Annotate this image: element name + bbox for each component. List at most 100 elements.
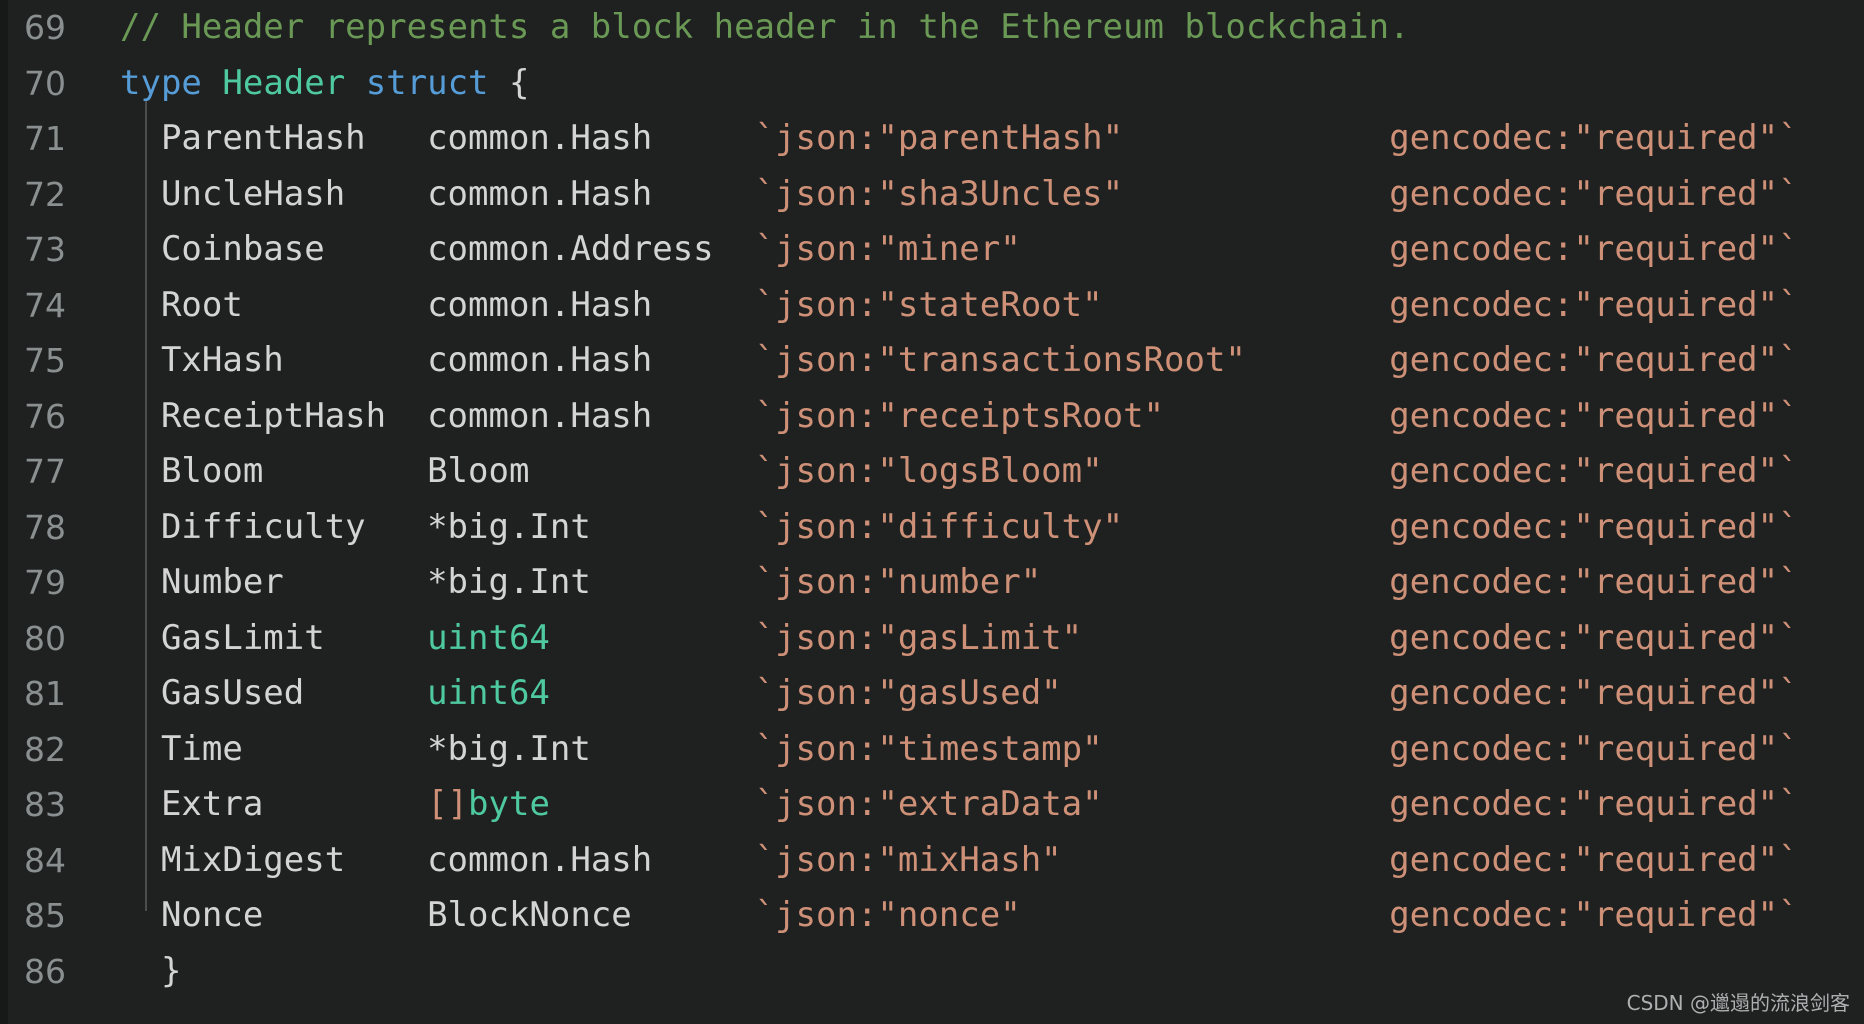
field-name: ReceiptHash bbox=[160, 395, 387, 436]
code-editor-area[interactable]: 69 // Header represents a block header in… bbox=[8, 0, 1864, 1024]
code-line-content[interactable]: TxHash common.Hash `json:"transactionsRo… bbox=[120, 333, 1799, 389]
code-line-content[interactable]: Coinbase common.Address `json:"miner" ge… bbox=[120, 222, 1799, 278]
code-line-content[interactable]: Extra []byte `json:"extraData" gencodec:… bbox=[120, 777, 1799, 833]
code-line-content[interactable]: ParentHash common.Hash `json:"parentHash… bbox=[120, 111, 1799, 167]
code-line[interactable]: 77 Bloom Bloom `json:"logsBloom" gencode… bbox=[8, 444, 1864, 500]
line-number[interactable]: 77 bbox=[8, 444, 100, 500]
json-struct-tag: `json:"stateRoot" bbox=[754, 284, 1103, 325]
gencodec-struct-tag: gencodec:"required"` bbox=[1389, 784, 1799, 824]
line-number[interactable]: 75 bbox=[8, 333, 100, 389]
code-line-content[interactable]: MixDigest common.Hash `json:"mixHash" ge… bbox=[120, 833, 1799, 889]
json-struct-tag: `json:"transactionsRoot" bbox=[754, 340, 1246, 380]
code-line-content[interactable]: Nonce BlockNonce `json:"nonce" gencodec:… bbox=[120, 888, 1799, 944]
code-line[interactable]: 85 Nonce BlockNonce `json:"nonce" gencod… bbox=[8, 888, 1864, 944]
json-struct-tag: `json:"nonce" bbox=[754, 895, 1021, 935]
code-line-content[interactable]: Number *big.Int `json:"number" gencodec:… bbox=[120, 555, 1799, 611]
field-name: Difficulty bbox=[160, 506, 366, 547]
code-line-content[interactable]: Difficulty *big.Int `json:"difficulty" g… bbox=[120, 500, 1799, 556]
line-number[interactable]: 78 bbox=[8, 500, 100, 556]
line-number[interactable]: 85 bbox=[8, 888, 100, 944]
code-line[interactable]: 72 UncleHash common.Hash `json:"sha3Uncl… bbox=[8, 167, 1864, 223]
code-line[interactable]: 78 Difficulty *big.Int `json:"difficulty… bbox=[8, 500, 1864, 556]
code-line[interactable]: 80 GasLimit uint64 `json:"gasLimit" genc… bbox=[8, 611, 1864, 667]
line-number[interactable]: 82 bbox=[8, 722, 100, 778]
field-type: common.Hash bbox=[427, 340, 653, 380]
code-line-content[interactable]: Bloom Bloom `json:"logsBloom" gencodec:"… bbox=[120, 444, 1799, 500]
line-number[interactable]: 80 bbox=[8, 611, 100, 667]
code-line-content[interactable]: GasUsed uint64 `json:"gasUsed" gencodec:… bbox=[120, 666, 1799, 722]
code-line[interactable]: 86 } bbox=[8, 944, 1864, 1000]
line-number[interactable]: 70 bbox=[8, 56, 100, 112]
code-lines[interactable]: 69 // Header represents a block header in… bbox=[8, 0, 1864, 999]
line-number[interactable]: 84 bbox=[8, 833, 100, 889]
line-number[interactable]: 74 bbox=[8, 278, 100, 334]
line-number[interactable]: 69 bbox=[8, 0, 100, 56]
field-name: Extra bbox=[160, 784, 264, 824]
code-line-content[interactable]: GasLimit uint64 `json:"gasLimit" gencode… bbox=[120, 611, 1799, 667]
gencodec-struct-tag: gencodec:"required"` bbox=[1389, 395, 1799, 436]
field-type: Bloom bbox=[427, 451, 530, 491]
field-name: Root bbox=[160, 284, 243, 325]
code-line[interactable]: 84 MixDigest common.Hash `json:"mixHash"… bbox=[8, 833, 1864, 889]
code-line-content[interactable]: } bbox=[120, 944, 181, 1000]
line-number[interactable]: 71 bbox=[8, 111, 100, 167]
code-line-content[interactable]: type Header struct { bbox=[120, 56, 529, 112]
code-line-content[interactable]: UncleHash common.Hash `json:"sha3Uncles"… bbox=[120, 167, 1799, 223]
code-line[interactable]: 82 Time *big.Int `json:"timestamp" genco… bbox=[8, 722, 1864, 778]
line-number[interactable]: 72 bbox=[8, 167, 100, 223]
code-line[interactable]: 79 Number *big.Int `json:"number" gencod… bbox=[8, 555, 1864, 611]
code-line-content[interactable]: // Header represents a block header in t… bbox=[120, 0, 1410, 56]
gencodec-struct-tag: gencodec:"required"` bbox=[1389, 340, 1799, 380]
code-line[interactable]: 73 Coinbase common.Address `json:"miner"… bbox=[8, 222, 1864, 278]
field-type: *big.Int bbox=[427, 728, 591, 769]
code-line[interactable]: 74 Root common.Hash `json:"stateRoot" ge… bbox=[8, 278, 1864, 334]
code-line[interactable]: 83 Extra []byte `json:"extraData" gencod… bbox=[8, 777, 1864, 833]
struct-name: Header bbox=[222, 62, 346, 103]
gencodec-struct-tag: gencodec:"required"` bbox=[1389, 229, 1799, 269]
json-struct-tag: `json:"miner" bbox=[754, 229, 1021, 269]
code-line[interactable]: 75 TxHash common.Hash `json:"transaction… bbox=[8, 333, 1864, 389]
code-line-content[interactable]: Time *big.Int `json:"timestamp" gencodec… bbox=[120, 722, 1799, 778]
keyword-type: type bbox=[120, 62, 202, 103]
code-line[interactable]: 76 ReceiptHash common.Hash `json:"receip… bbox=[8, 389, 1864, 445]
gencodec-struct-tag: gencodec:"required"` bbox=[1389, 173, 1799, 214]
field-name: Number bbox=[160, 562, 284, 602]
field-name: Time bbox=[160, 728, 243, 769]
code-line[interactable]: 71 ParentHash common.Hash `json:"parentH… bbox=[8, 111, 1864, 167]
field-type: *big.Int bbox=[427, 506, 591, 547]
code-line[interactable]: 70 type Header struct { bbox=[8, 56, 1864, 112]
code-line[interactable]: 69 // Header represents a block header in… bbox=[8, 0, 1864, 56]
line-number[interactable]: 76 bbox=[8, 389, 100, 445]
code-line-content[interactable]: Root common.Hash `json:"stateRoot" genco… bbox=[120, 278, 1799, 334]
line-number[interactable]: 83 bbox=[8, 777, 100, 833]
line-number[interactable]: 73 bbox=[8, 222, 100, 278]
line-number[interactable]: 86 bbox=[8, 944, 100, 1000]
field-type: common.Hash bbox=[427, 284, 653, 325]
code-line-content[interactable]: ReceiptHash common.Hash `json:"receiptsR… bbox=[120, 389, 1799, 445]
csdn-watermark: CSDN @邋遢的流浪剑客 bbox=[1626, 991, 1850, 1015]
line-number[interactable]: 79 bbox=[8, 555, 100, 611]
line-number[interactable]: 81 bbox=[8, 666, 100, 722]
code-line[interactable]: 81 GasUsed uint64 `json:"gasUsed" gencod… bbox=[8, 666, 1864, 722]
